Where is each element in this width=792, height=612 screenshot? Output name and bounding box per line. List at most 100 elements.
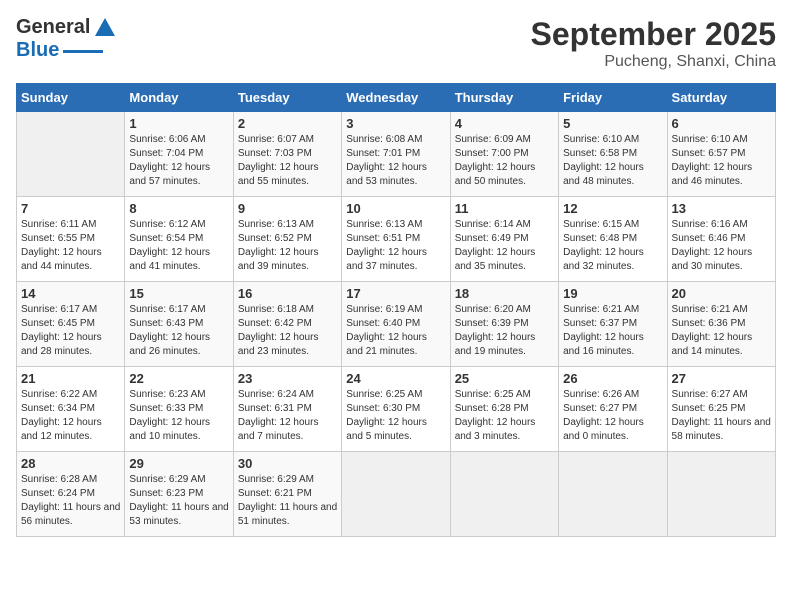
calendar-cell: 3 Sunrise: 6:08 AMSunset: 7:01 PMDaylight…: [342, 112, 450, 197]
day-number: 27: [672, 371, 771, 386]
header-monday: Monday: [125, 84, 233, 112]
day-number: 15: [129, 286, 228, 301]
day-number: 19: [563, 286, 662, 301]
day-number: 2: [238, 116, 337, 131]
cell-info: Sunrise: 6:17 AMSunset: 6:43 PMDaylight:…: [129, 303, 228, 359]
day-number: 12: [563, 201, 662, 216]
day-number: 6: [672, 116, 771, 131]
cell-info: Sunrise: 6:21 AMSunset: 6:36 PMDaylight:…: [672, 303, 771, 359]
calendar-cell: 27 Sunrise: 6:27 AMSunset: 6:25 PMDayligh…: [667, 367, 775, 452]
header-thursday: Thursday: [450, 84, 558, 112]
month-title: September 2025: [531, 16, 776, 53]
logo: General Blue: [16, 16, 115, 62]
cell-info: Sunrise: 6:06 AMSunset: 7:04 PMDaylight:…: [129, 133, 228, 189]
calendar-cell: [559, 452, 667, 537]
cell-info: Sunrise: 6:14 AMSunset: 6:49 PMDaylight:…: [455, 218, 554, 274]
calendar-cell: 28 Sunrise: 6:28 AMSunset: 6:24 PMDayligh…: [17, 452, 125, 537]
calendar-cell: 11 Sunrise: 6:14 AMSunset: 6:49 PMDayligh…: [450, 197, 558, 282]
calendar-cell: 20 Sunrise: 6:21 AMSunset: 6:36 PMDayligh…: [667, 282, 775, 367]
calendar-week-row: 21Sunrise: 6:22 AMSunset: 6:34 PMDayligh…: [17, 367, 776, 452]
calendar-cell: 25Sunrise: 6:25 AMSunset: 6:28 PMDayligh…: [450, 367, 558, 452]
calendar-cell: 19 Sunrise: 6:21 AMSunset: 6:37 PMDayligh…: [559, 282, 667, 367]
day-number: 17: [346, 286, 445, 301]
cell-info: Sunrise: 6:21 AMSunset: 6:37 PMDaylight:…: [563, 303, 662, 359]
logo-line: [63, 50, 103, 53]
calendar-cell: 13Sunrise: 6:16 AMSunset: 6:46 PMDayligh…: [667, 197, 775, 282]
cell-info: Sunrise: 6:28 AMSunset: 6:24 PMDaylight:…: [21, 473, 120, 529]
day-number: 26: [563, 371, 662, 386]
cell-info: Sunrise: 6:17 AMSunset: 6:45 PMDaylight:…: [21, 303, 120, 359]
calendar-cell: 10 Sunrise: 6:13 AMSunset: 6:51 PMDayligh…: [342, 197, 450, 282]
day-number: 28: [21, 456, 120, 471]
calendar-cell: 23 Sunrise: 6:24 AMSunset: 6:31 PMDayligh…: [233, 367, 341, 452]
day-number: 14: [21, 286, 120, 301]
cell-info: Sunrise: 6:10 AMSunset: 6:57 PMDaylight:…: [672, 133, 771, 189]
cell-info: Sunrise: 6:29 AMSunset: 6:23 PMDaylight:…: [129, 473, 228, 529]
day-number: 4: [455, 116, 554, 131]
cell-info: Sunrise: 6:13 AMSunset: 6:52 PMDaylight:…: [238, 218, 337, 274]
page-header: General Blue September 2025 Pucheng, Sha…: [16, 16, 776, 71]
calendar-cell: 26Sunrise: 6:26 AMSunset: 6:27 PMDayligh…: [559, 367, 667, 452]
day-number: 30: [238, 456, 337, 471]
header-tuesday: Tuesday: [233, 84, 341, 112]
day-number: 1: [129, 116, 228, 131]
day-number: 3: [346, 116, 445, 131]
calendar-cell: 24 Sunrise: 6:25 AMSunset: 6:30 PMDayligh…: [342, 367, 450, 452]
header-wednesday: Wednesday: [342, 84, 450, 112]
header-friday: Friday: [559, 84, 667, 112]
calendar-cell: 17 Sunrise: 6:19 AMSunset: 6:40 PMDayligh…: [342, 282, 450, 367]
cell-info: Sunrise: 6:25 AMSunset: 6:28 PMDaylight:…: [455, 388, 554, 444]
calendar-cell: 1 Sunrise: 6:06 AMSunset: 7:04 PMDaylight…: [125, 112, 233, 197]
header-sunday: Sunday: [17, 84, 125, 112]
cell-info: Sunrise: 6:12 AMSunset: 6:54 PMDaylight:…: [129, 218, 228, 274]
cell-info: Sunrise: 6:13 AMSunset: 6:51 PMDaylight:…: [346, 218, 445, 274]
logo-general-text: General: [16, 16, 90, 39]
day-number: 9: [238, 201, 337, 216]
cell-info: Sunrise: 6:23 AMSunset: 6:33 PMDaylight:…: [129, 388, 228, 444]
cell-info: Sunrise: 6:22 AMSunset: 6:34 PMDaylight:…: [21, 388, 120, 444]
day-number: 5: [563, 116, 662, 131]
location-title: Pucheng, Shanxi, China: [531, 53, 776, 71]
calendar-cell: 4 Sunrise: 6:09 AMSunset: 7:00 PMDaylight…: [450, 112, 558, 197]
cell-info: Sunrise: 6:16 AMSunset: 6:46 PMDaylight:…: [672, 218, 771, 274]
calendar-cell: 6 Sunrise: 6:10 AMSunset: 6:57 PMDaylight…: [667, 112, 775, 197]
day-number: 16: [238, 286, 337, 301]
calendar-cell: 7Sunrise: 6:11 AMSunset: 6:55 PMDaylight…: [17, 197, 125, 282]
logo-blue-text: Blue: [16, 39, 59, 62]
day-number: 8: [129, 201, 228, 216]
cell-info: Sunrise: 6:08 AMSunset: 7:01 PMDaylight:…: [346, 133, 445, 189]
day-number: 24: [346, 371, 445, 386]
calendar-cell: 18Sunrise: 6:20 AMSunset: 6:39 PMDayligh…: [450, 282, 558, 367]
calendar-body: 1 Sunrise: 6:06 AMSunset: 7:04 PMDaylight…: [17, 112, 776, 537]
cell-info: Sunrise: 6:07 AMSunset: 7:03 PMDaylight:…: [238, 133, 337, 189]
calendar-week-row: 14 Sunrise: 6:17 AMSunset: 6:45 PMDayligh…: [17, 282, 776, 367]
cell-info: Sunrise: 6:10 AMSunset: 6:58 PMDaylight:…: [563, 133, 662, 189]
calendar-week-row: 7Sunrise: 6:11 AMSunset: 6:55 PMDaylight…: [17, 197, 776, 282]
title-block: September 2025 Pucheng, Shanxi, China: [531, 16, 776, 71]
cell-info: Sunrise: 6:09 AMSunset: 7:00 PMDaylight:…: [455, 133, 554, 189]
calendar-cell: [342, 452, 450, 537]
day-number: 22: [129, 371, 228, 386]
calendar-cell: 21Sunrise: 6:22 AMSunset: 6:34 PMDayligh…: [17, 367, 125, 452]
cell-info: Sunrise: 6:24 AMSunset: 6:31 PMDaylight:…: [238, 388, 337, 444]
day-number: 11: [455, 201, 554, 216]
header-row: Sunday Monday Tuesday Wednesday Thursday…: [17, 84, 776, 112]
logo-triangle-icon: [95, 18, 115, 36]
calendar-cell: 15 Sunrise: 6:17 AMSunset: 6:43 PMDayligh…: [125, 282, 233, 367]
day-number: 20: [672, 286, 771, 301]
calendar-cell: [450, 452, 558, 537]
calendar-table: Sunday Monday Tuesday Wednesday Thursday…: [16, 83, 776, 537]
day-number: 23: [238, 371, 337, 386]
calendar-cell: 29Sunrise: 6:29 AMSunset: 6:23 PMDayligh…: [125, 452, 233, 537]
cell-info: Sunrise: 6:25 AMSunset: 6:30 PMDaylight:…: [346, 388, 445, 444]
cell-info: Sunrise: 6:27 AMSunset: 6:25 PMDaylight:…: [672, 388, 771, 444]
cell-info: Sunrise: 6:19 AMSunset: 6:40 PMDaylight:…: [346, 303, 445, 359]
calendar-cell: [667, 452, 775, 537]
calendar-cell: 22 Sunrise: 6:23 AMSunset: 6:33 PMDayligh…: [125, 367, 233, 452]
cell-info: Sunrise: 6:18 AMSunset: 6:42 PMDaylight:…: [238, 303, 337, 359]
calendar-week-row: 1 Sunrise: 6:06 AMSunset: 7:04 PMDaylight…: [17, 112, 776, 197]
day-number: 18: [455, 286, 554, 301]
day-number: 10: [346, 201, 445, 216]
calendar-week-row: 28 Sunrise: 6:28 AMSunset: 6:24 PMDayligh…: [17, 452, 776, 537]
calendar-cell: 5 Sunrise: 6:10 AMSunset: 6:58 PMDaylight…: [559, 112, 667, 197]
